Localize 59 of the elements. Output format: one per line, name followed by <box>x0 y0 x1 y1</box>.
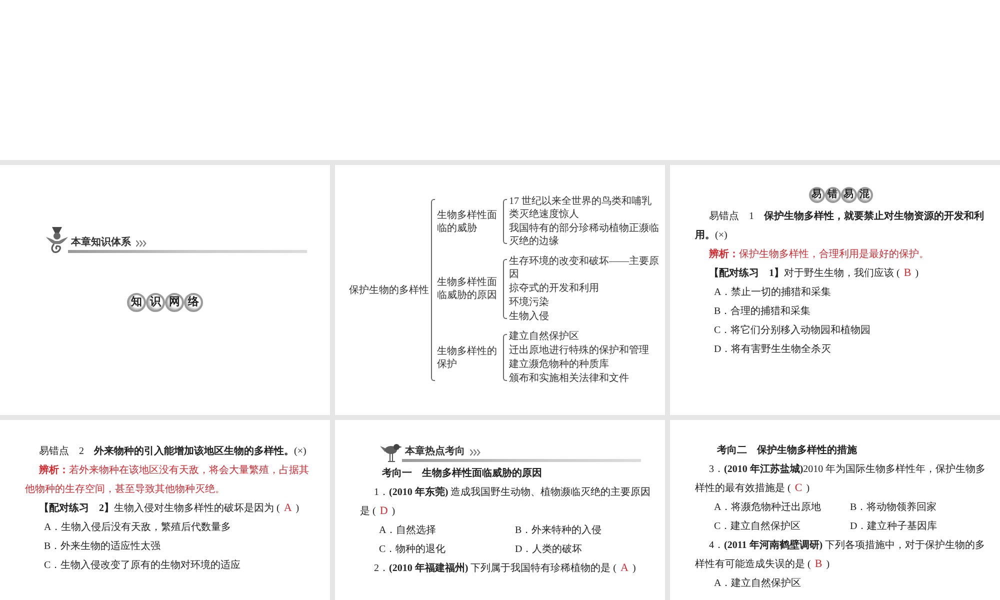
banner-title: 本章知识体系 <box>71 237 131 249</box>
chevrons-icon <box>135 240 147 246</box>
outline-label: 我国特有的部分珍稀动植物正濒临灭绝的边缘 <box>509 222 659 248</box>
answer-option: A．建立自然保护区 <box>714 574 986 593</box>
circled-character: 易 <box>840 187 856 203</box>
banner-title: 本章热点考向 <box>405 446 465 458</box>
answer-option: A．禁止一切的捕猎和采集 <box>714 283 986 302</box>
question-text: 【配对练习 1】对于野生生物，我们应该 ( B ) <box>708 266 920 281</box>
outline-label: 建立自然保护区 <box>509 330 580 343</box>
statement-text: 易错点 1 保护生物多样性，就要禁止对生物资源的开发和利用。(×) <box>695 209 985 243</box>
outline-label: 保护生物的多样性 <box>349 284 429 296</box>
answer-option: B．将动物领养回家 <box>850 498 986 517</box>
outline-label: 生物多样性的保护 <box>437 344 498 370</box>
question-text: 4．(2011 年河南鹤壁调研) 下列各项措施中，对于保护生物的多样性有可能造成失误的是 ( B ) <box>695 538 986 572</box>
question-text: 2．(2010 年福建福州) 下列属于我国特有珍稀植物的是 ( A ) <box>373 561 637 576</box>
answer-option: A．自然选择 <box>379 521 515 540</box>
answer-option: B．合理的捕猎和采集 <box>714 302 986 321</box>
circled-character: 网 <box>165 293 184 312</box>
circled-character: 知 <box>127 293 146 312</box>
question-text: 3．(2010 年江苏盐城)2010 年为国际生物多样性年，保护生物多样性的最有效措施是 ( C ) <box>695 462 986 496</box>
question-text: 1．(2010 年东莞) 造成我国野生动物、植物濒临灭绝的主要原因是 ( D ) <box>360 485 651 519</box>
outline-label: 17 世纪以来全世界的鸟类和哺乳类灭绝速度惊人 <box>509 195 652 221</box>
outline-label: 生物入侵 <box>509 310 550 323</box>
chevrons-icon <box>469 448 481 456</box>
bird-icon <box>380 442 402 462</box>
circled-character: 络 <box>184 293 203 312</box>
answer-option: A．生物入侵后没有天敌，繁殖后代数量多 <box>44 518 316 537</box>
bracket-line <box>503 334 507 381</box>
explanation-text: 辨析：保护生物多样性，合理利用是最好的保护。 <box>708 248 930 262</box>
answer-option: C．生物入侵改变了原有的生物对环境的适应 <box>44 556 316 575</box>
outline-label: 颁布和实施相关法律和文件 <box>509 372 630 385</box>
ornament-icon <box>46 227 68 253</box>
answer-option: A．将濒危物种迁出原地 <box>714 498 850 517</box>
answer-option: D．将有害野生生物全杀灭 <box>714 340 986 359</box>
section-heading: 考向二 保护生物多样性的措施 <box>716 443 858 458</box>
answer-option: C．建立自然保护区 <box>714 517 850 536</box>
bracket-line <box>503 259 507 319</box>
answer-option: C．将它们分别移入动物园和植物园 <box>714 321 986 340</box>
explanation-text: 辨析：若外来物种在该地区没有天敌，将会大量繁殖，占据其他物种的生存空间，甚至导致其他物种灭绝。 <box>25 464 310 497</box>
answer-option: C．物种的退化 <box>379 540 515 559</box>
outline-label: 环境污染 <box>509 296 550 309</box>
bracket-line <box>503 199 507 244</box>
outline-label: 生物多样性面临的威胁 <box>437 208 498 234</box>
circled-character: 识 <box>146 293 165 312</box>
answer-option: B．外来特种的入侵 <box>515 521 651 540</box>
outline-label: 生物多样性面临威胁的原因 <box>437 276 498 302</box>
section-heading: 考向一 生物多样性面临威胁的原因 <box>381 466 543 481</box>
statement-text: 易错点 2 外来物种的引入能增加该地区生物的多样性。(×) <box>38 444 308 459</box>
outline-label: 建立濒危物种的种质库 <box>509 358 610 371</box>
answer-option: D．人类的破坏 <box>515 540 651 559</box>
outline-label: 迁出原地进行特殊的保护和管理 <box>509 344 650 357</box>
circled-character: 易 <box>808 187 824 203</box>
question-text: 【配对练习 2】生物入侵对生物多样性的破坏是因为 ( A ) <box>38 501 300 516</box>
outline-label: 掠夺式的开发和利用 <box>509 282 600 295</box>
answer-option: B．外来生物的适应性太强 <box>44 537 316 556</box>
outline-label: 生存环境的改变和破坏——主要原因 <box>509 255 659 281</box>
answer-option: D．建立种子基因库 <box>850 517 986 536</box>
circled-character: 混 <box>856 187 872 203</box>
circled-character: 错 <box>824 187 840 203</box>
